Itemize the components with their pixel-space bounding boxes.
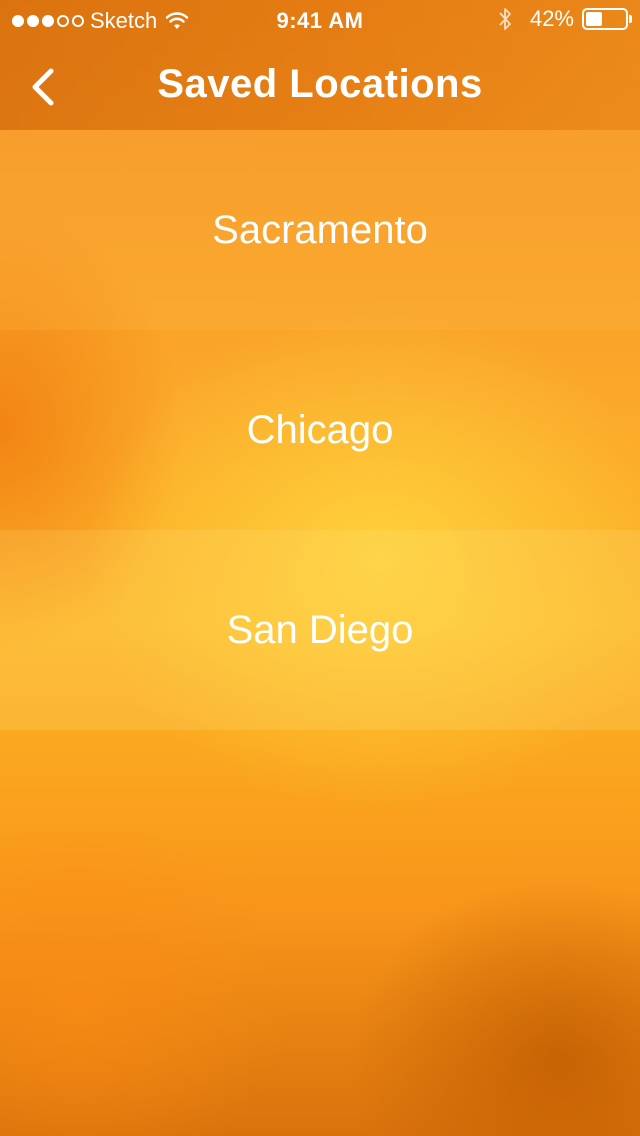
location-name: San Diego	[226, 607, 414, 652]
battery-level-fill	[586, 12, 602, 26]
saved-locations-screen: Saved Locations Sketch 9:41 AM 42% Sacra…	[0, 0, 640, 1136]
saved-locations-list: Sacramento Chicago San Diego	[0, 130, 640, 730]
page-title: Saved Locations	[157, 62, 483, 106]
battery-percent: 42%	[529, 6, 574, 31]
location-name: Chicago	[246, 407, 394, 452]
location-name: Sacramento	[212, 207, 428, 252]
status-bar: Sketch 9:41 AM 42%	[0, 0, 640, 40]
bluetooth-icon	[499, 8, 511, 30]
location-row[interactable]: Chicago	[0, 330, 640, 530]
location-row[interactable]: San Diego	[0, 530, 640, 730]
location-row[interactable]: Sacramento	[0, 130, 640, 330]
battery-icon	[582, 8, 632, 30]
